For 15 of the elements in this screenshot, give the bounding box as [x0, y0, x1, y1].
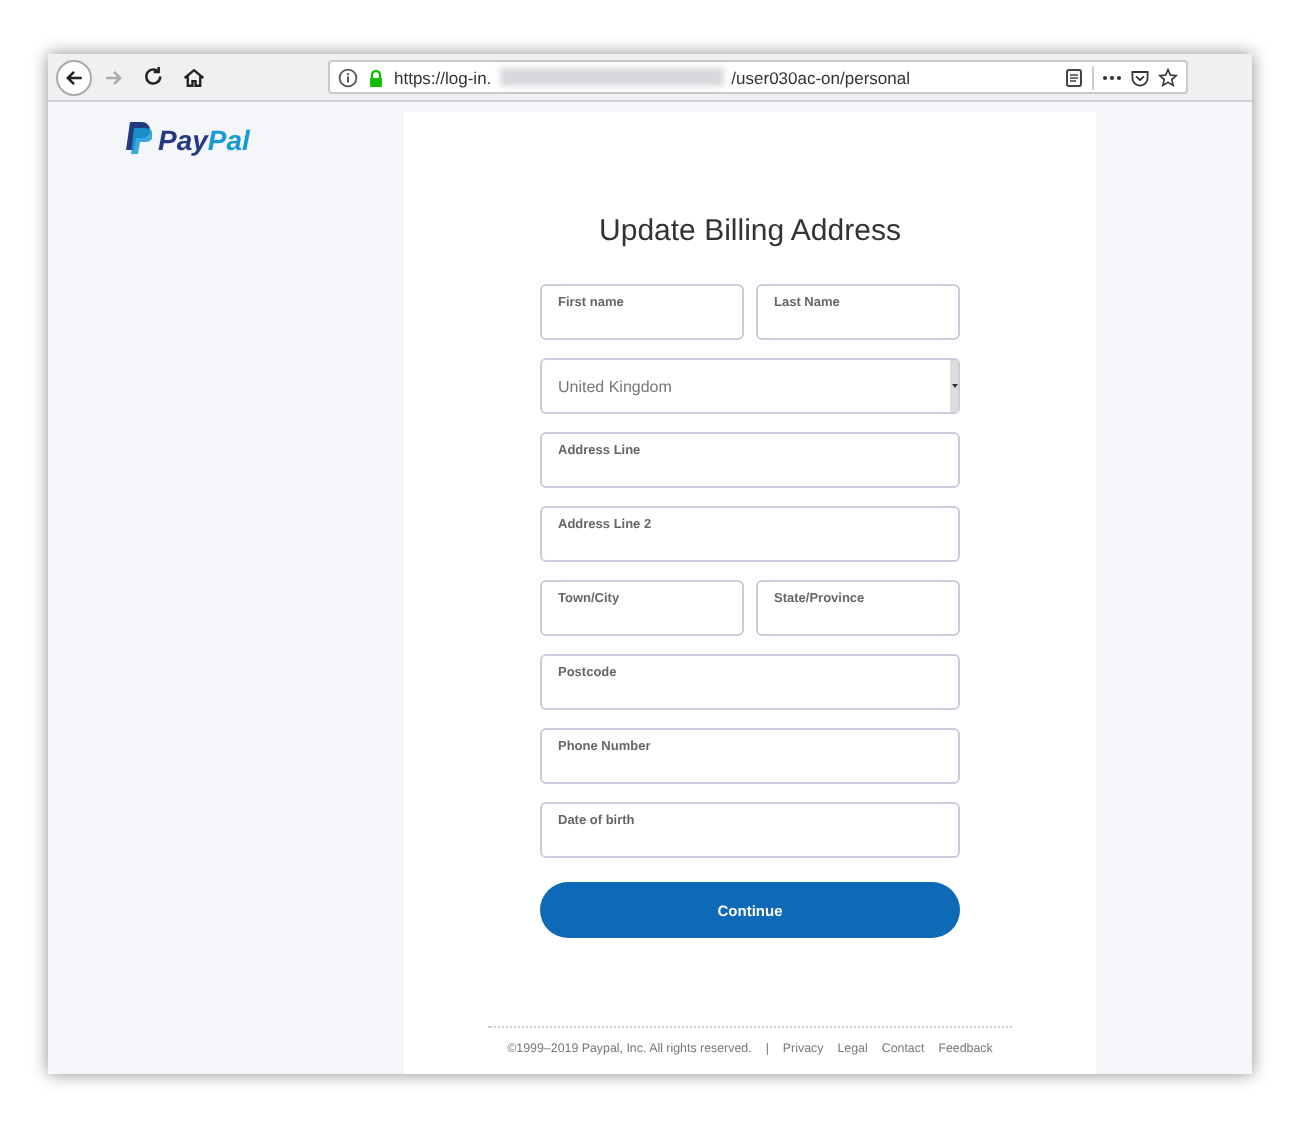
star-icon[interactable]: [1158, 67, 1178, 87]
lock-icon: [366, 67, 386, 87]
country-select[interactable]: United Kingdom: [540, 358, 960, 414]
address-bar[interactable]: https://log-in. /user030ac-on/personal: [328, 60, 1188, 94]
pocket-icon[interactable]: [1130, 67, 1150, 87]
back-button[interactable]: [56, 59, 92, 95]
reader-view-icon[interactable]: [1064, 67, 1084, 87]
logo-wordmark: PayPal: [158, 123, 250, 155]
logo-icon: [124, 122, 152, 156]
page-title: Update Billing Address: [599, 214, 901, 248]
url-text: https://log-in.: [394, 67, 492, 87]
caret-icon: [951, 384, 957, 388]
home-icon: [180, 63, 208, 91]
info-icon: [338, 67, 358, 87]
url-text: /user030ac-on/personal: [731, 67, 910, 87]
